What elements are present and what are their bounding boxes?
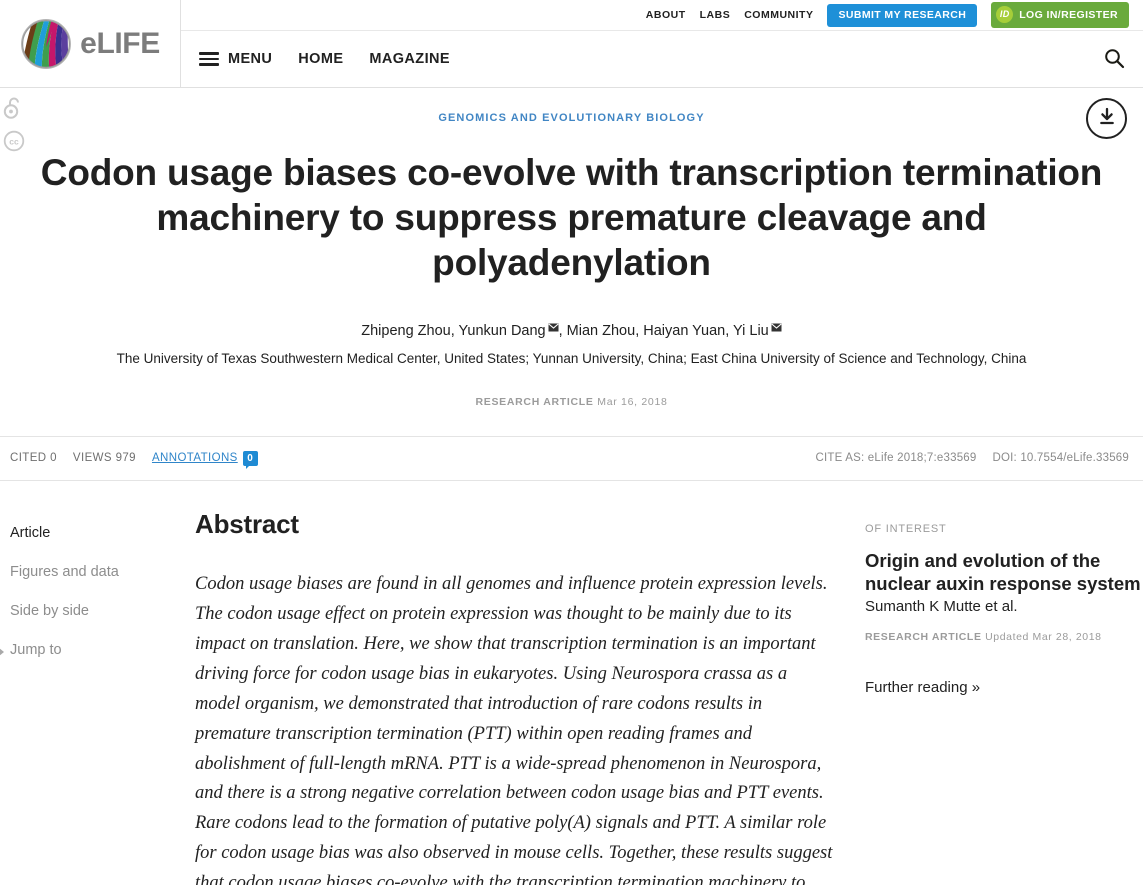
metric-views-label: VIEWS (72, 452, 112, 465)
annotations-count-badge: 0 (242, 450, 258, 469)
primary-navigation: MENU HOME MAGAZINE (181, 31, 1143, 87)
open-access-icon (3, 96, 25, 125)
metric-cited: CITED 0 (10, 452, 57, 464)
content-grid: Article Figures and data Side by side Ju… (0, 481, 1143, 885)
author-mian-zhou[interactable]: Mian Zhou (567, 323, 636, 339)
author-yunkun-dang[interactable]: Yunkun Dang (459, 323, 546, 339)
article-side-nav: Article Figures and data Side by side Ju… (0, 509, 195, 885)
author-yi-liu[interactable]: Yi Liu (733, 323, 769, 339)
elife-home-link[interactable]: eLIFE (20, 18, 160, 70)
header-right: ABOUT LABS COMMUNITY SUBMIT MY RESEARCH … (181, 0, 1143, 87)
author-affiliations: The University of Texas Southwestern Med… (116, 351, 1027, 367)
article-type-line: RESEARCH ARTICLE Mar 16, 2018 (0, 396, 1143, 408)
login-register-button[interactable]: iD LOG IN/REGISTER (991, 2, 1129, 28)
subject-category-link[interactable]: GENOMICS AND EVOLUTIONARY BIOLOGY (0, 112, 1143, 124)
abstract-text: Codon usage biases are found in all geno… (195, 573, 833, 885)
sidebar-item-jump-to[interactable]: Jump to (0, 642, 195, 658)
site-header: eLIFE ABOUT LABS COMMUNITY SUBMIT MY RES… (0, 0, 1143, 88)
article-type: RESEARCH ARTICLE (475, 395, 594, 408)
elife-logo-text: eLIFE (80, 27, 160, 60)
download-button[interactable] (1086, 98, 1127, 139)
article-date: Mar 16, 2018 (597, 395, 668, 408)
author-sep-2: , (558, 323, 567, 340)
util-link-community[interactable]: COMMUNITY (744, 9, 813, 21)
brand-block: eLIFE (0, 0, 181, 88)
download-icon (1097, 107, 1117, 130)
of-interest-kicker: OF INTEREST (865, 522, 947, 535)
metric-views-value: 979 (115, 452, 136, 465)
email-icon-yunkun-dang[interactable] (548, 318, 559, 340)
menu-label: MENU (228, 51, 273, 67)
author-sep-1: , (450, 323, 459, 340)
hamburger-icon (199, 52, 219, 66)
doi-text: DOI: 10.7554/eLife.33569 (992, 452, 1129, 465)
sidebar-item-side-by-side[interactable]: Side by side (10, 603, 195, 619)
metric-annotations-label: ANNOTATIONS (151, 452, 238, 465)
of-interest-article-title[interactable]: Origin and evolution of the nuclear auxi… (865, 549, 1143, 596)
nav-link-home[interactable]: HOME (298, 51, 343, 67)
of-interest-article-meta: RESEARCH ARTICLE Updated Mar 28, 2018 (865, 631, 1143, 643)
metric-views: VIEWS 979 (73, 452, 136, 464)
util-link-about[interactable]: ABOUT (646, 9, 686, 21)
author-list: Zhipeng Zhou, Yunkun Dang, Mian Zhou, Ha… (92, 318, 1052, 343)
author-sep-4: , (725, 323, 734, 340)
util-link-labs[interactable]: LABS (700, 9, 731, 21)
metrics-bar: CITED 0 VIEWS 979 ANNOTATIONS 0 CITE AS:… (0, 435, 1143, 481)
menu-toggle-button[interactable]: MENU (199, 51, 272, 67)
metric-annotations[interactable]: ANNOTATIONS 0 (151, 450, 258, 469)
creative-commons-icon: cc (3, 130, 25, 157)
search-icon (1103, 47, 1125, 72)
sidebar-item-figures-and-data[interactable]: Figures and data (10, 564, 195, 580)
of-interest-article-date: Updated Mar 28, 2018 (985, 631, 1102, 644)
elife-logo-icon (20, 18, 72, 70)
metric-cited-label: CITED (10, 452, 47, 465)
of-interest-article-type: RESEARCH ARTICLE (865, 631, 982, 644)
sidebar-item-article[interactable]: Article (10, 525, 195, 541)
access-icons: cc (3, 96, 25, 157)
submit-my-research-button[interactable]: SUBMIT MY RESEARCH (827, 3, 978, 27)
search-button[interactable] (1099, 44, 1129, 74)
of-interest-panel: OF INTEREST Origin and evolution of the … (835, 509, 1143, 885)
of-interest-article-authors: Sumanth K Mutte et al. (865, 598, 1018, 616)
login-register-label: LOG IN/REGISTER (1019, 8, 1118, 21)
author-zhipeng-zhou[interactable]: Zhipeng Zhou (361, 323, 450, 339)
abstract-heading: Abstract (195, 508, 299, 539)
article-main: Abstract Codon usage biases are found in… (195, 509, 835, 885)
nav-link-magazine[interactable]: MAGAZINE (369, 51, 450, 67)
utility-bar: ABOUT LABS COMMUNITY SUBMIT MY RESEARCH … (181, 0, 1143, 31)
page-title: Codon usage biases co-evolve with transc… (40, 152, 1103, 284)
metrics-right: CITE AS: eLife 2018;7:e33569 DOI: 10.755… (816, 452, 1129, 464)
further-reading-link[interactable]: Further reading » (865, 679, 1143, 696)
metric-cited-value: 0 (50, 452, 57, 465)
cite-as-text: CITE AS: eLife 2018;7:e33569 (815, 452, 977, 465)
orcid-id-icon: iD (996, 6, 1014, 23)
metrics-left: CITED 0 VIEWS 979 ANNOTATIONS 0 (10, 450, 258, 469)
author-haiyan-yuan[interactable]: Haiyan Yuan (643, 323, 725, 339)
email-icon-yi-liu[interactable] (771, 318, 782, 340)
svg-text:cc: cc (9, 137, 19, 147)
article-header: cc GENOMICS AND EVOLUTIONARY BIOLOGY Cod… (0, 88, 1143, 408)
